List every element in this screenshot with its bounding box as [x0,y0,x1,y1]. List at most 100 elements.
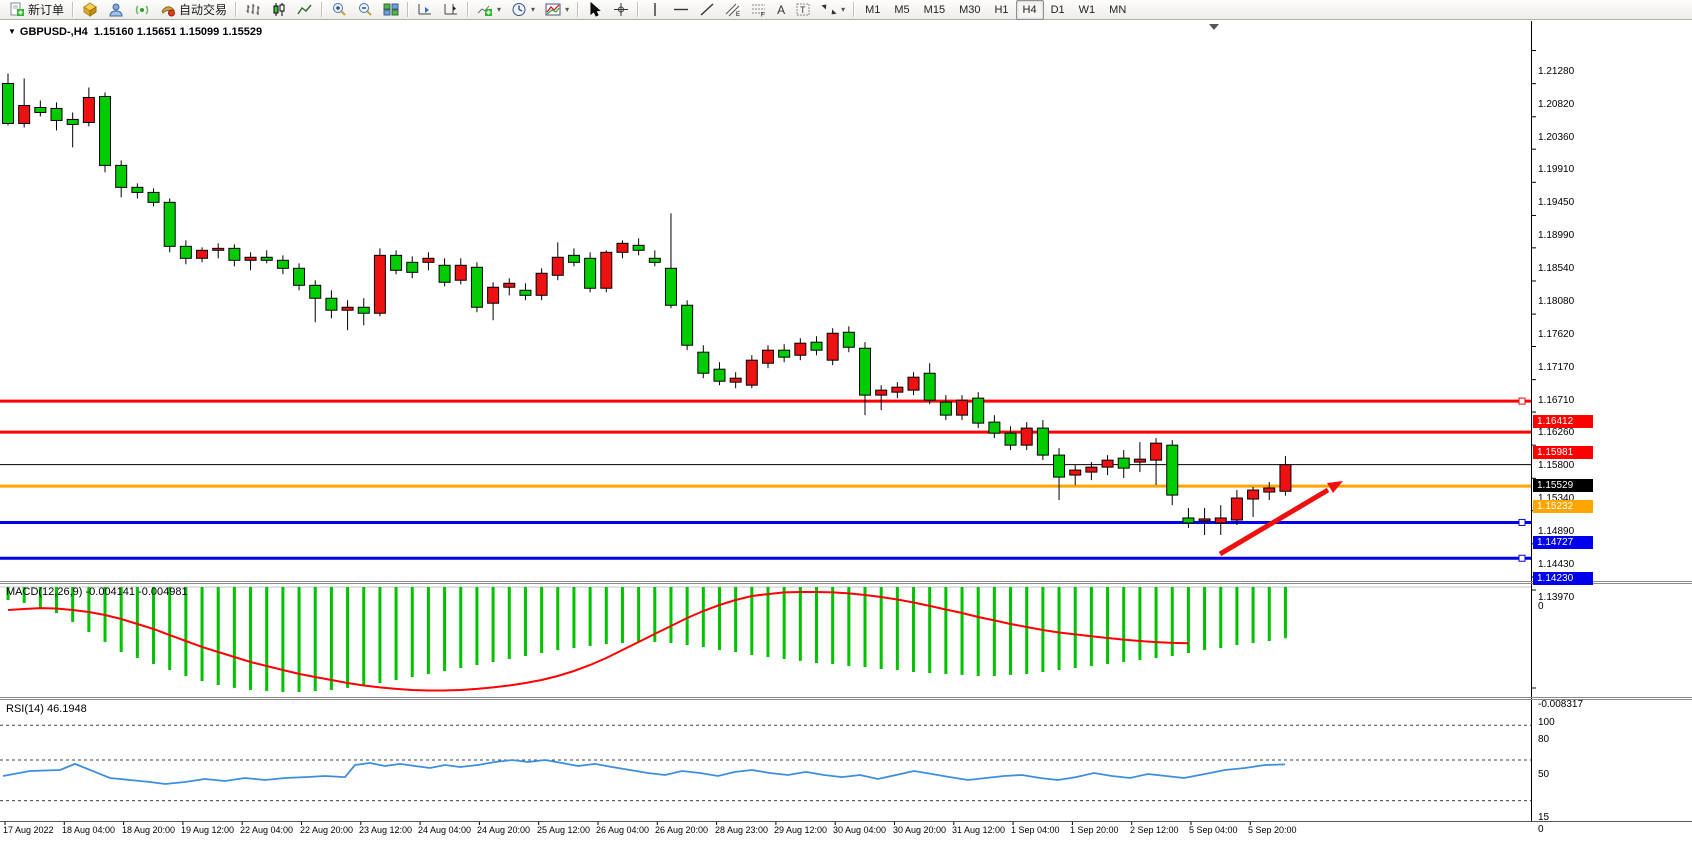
time-axis-label: 28 Aug 23:00 [715,825,768,835]
price-badge-1.15529: 1.15529 [1533,479,1593,492]
candle [649,250,660,266]
candle [277,255,288,274]
arrows-button[interactable]: ▾ [816,0,850,20]
time-axis-label: 30 Aug 20:00 [893,825,946,835]
candlestick-button[interactable] [266,0,292,20]
shift-marker-icon[interactable] [1209,24,1219,30]
fibonacci-button[interactable]: F [746,0,772,20]
candle [1054,448,1065,500]
periods-button[interactable]: ▾ [506,0,540,20]
time-axis-label: 19 Aug 12:00 [181,825,234,835]
price-tick-label: 1.16710 [1538,395,1574,406]
panel-separator[interactable] [0,699,1692,700]
panel-separator[interactable] [0,583,1692,584]
candle [1215,505,1226,535]
new-order-button[interactable]: 新订单 [4,0,69,20]
candle [876,385,887,410]
text-button[interactable]: A [772,0,790,20]
candle [989,415,1000,438]
clock-icon [511,2,527,17]
time-axis-label: 31 Aug 12:00 [952,825,1005,835]
price-axis-border [1531,21,1532,822]
tf-button-H1[interactable]: H1 [987,0,1015,20]
cursor-button[interactable] [582,0,608,20]
chevron-down-icon[interactable]: ▼ [8,27,16,36]
price-badge-1.14727: 1.14727 [1533,536,1593,549]
text-icon: A [777,3,785,17]
bar-chart-button[interactable] [240,0,266,20]
tf-button-M1[interactable]: M1 [858,0,887,20]
templates-icon [545,2,561,17]
candle [310,280,321,322]
line-handle[interactable] [1519,555,1525,561]
line-handle[interactable] [1519,398,1525,404]
zoom-in-button[interactable] [326,0,352,20]
macd-indicator-label: MACD(12,26,9) -0.004141 -0.004981 [6,586,188,598]
signal-icon [134,2,150,17]
toolbar-separator [235,2,237,17]
gold-cube-icon [82,2,98,17]
indicators-button[interactable]: ▾ [472,0,506,20]
time-axis-separator [0,821,1692,822]
new-order-label: 新订单 [28,1,64,18]
rsi-line [3,760,1285,784]
tf-button-W1[interactable]: W1 [1072,0,1103,20]
chart-shift-button[interactable] [438,0,464,20]
tf-button-MN[interactable]: MN [1102,0,1133,20]
candle [439,258,450,286]
price-tick-label: 1.18540 [1538,263,1574,274]
tf-button-M30[interactable]: M30 [952,0,987,20]
candle [51,102,62,130]
signal-button[interactable] [129,0,155,20]
tf-button-M5[interactable]: M5 [887,0,916,20]
candle [504,278,515,295]
tile-windows-button[interactable] [378,0,404,20]
panel-separator[interactable] [0,581,1692,582]
chart-symbol-period: GBPUSD-,H4 [20,26,88,38]
candle [374,248,385,316]
candle [843,326,854,352]
candle [19,78,30,127]
candle [762,345,773,368]
candle [261,250,272,263]
tile-windows-icon [383,2,399,17]
tf-button-H4[interactable]: H4 [1016,0,1044,20]
candle [552,242,563,280]
toolbar-separator [321,2,323,17]
zoom-out-button[interactable] [352,0,378,20]
auto-scroll-button[interactable] [412,0,438,20]
horizontal-line-button[interactable] [668,0,694,20]
auto-trading-button[interactable]: 自动交易 [155,0,232,20]
trendline-button[interactable] [694,0,720,20]
panel-separator[interactable] [0,697,1692,698]
zoom-out-icon [357,2,373,17]
time-axis-label: 29 Aug 12:00 [774,825,827,835]
market-watch-button[interactable] [77,0,103,20]
candle [730,372,741,388]
price-tick-label: 1.14890 [1538,526,1574,537]
line-chart-icon [297,2,313,17]
crosshair-icon [613,2,629,17]
chart-plot [0,21,1692,845]
channel-button[interactable]: E [720,0,746,20]
candle [358,298,369,325]
bar-chart-icon [245,2,261,17]
candle [164,198,175,252]
tf-button-M15[interactable]: M15 [917,0,952,20]
price-badge-1.14230: 1.14230 [1533,572,1593,585]
auto-trading-icon [160,2,176,17]
auto-scroll-icon [417,2,433,17]
line-handle[interactable] [1519,519,1525,525]
candle [940,395,951,420]
crosshair-button[interactable] [608,0,634,20]
vertical-line-button[interactable] [642,0,668,20]
candle [973,392,984,428]
candle [1231,490,1242,525]
time-axis-label: 25 Aug 12:00 [537,825,590,835]
text-label-button[interactable]: T [790,0,816,20]
tf-button-D1[interactable]: D1 [1044,0,1072,20]
line-chart-button[interactable] [292,0,318,20]
profile-button[interactable] [103,0,129,20]
templates-button[interactable]: ▾ [540,0,574,20]
timeframe-group: M1M5M15M30H1H4D1W1MN [858,0,1133,20]
